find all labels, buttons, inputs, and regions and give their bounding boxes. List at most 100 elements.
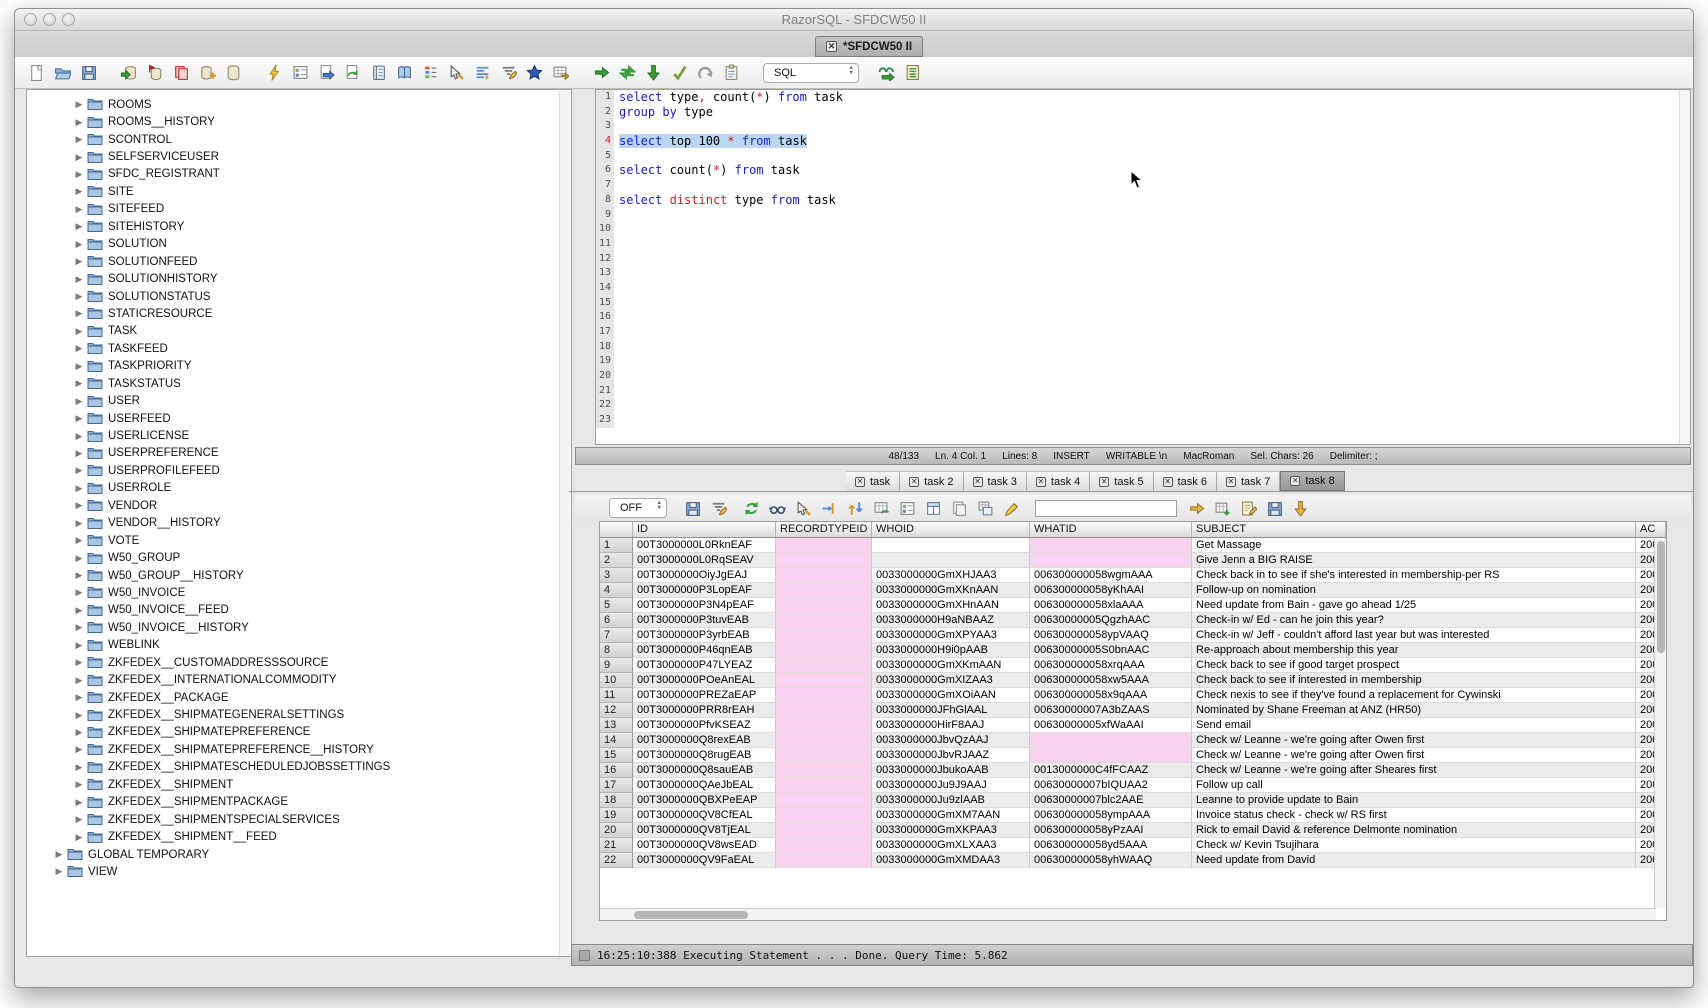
sidebar-item-taskstatus[interactable]: ▶TASKSTATUS bbox=[27, 375, 571, 392]
toolbar-button-open-folder[interactable] bbox=[53, 63, 72, 82]
table-cell[interactable]: 00T3000000P3N4pEAF bbox=[633, 598, 776, 613]
table-cell[interactable] bbox=[776, 763, 872, 778]
sidebar-item-sitefeed[interactable]: ▶SITEFEED bbox=[27, 201, 571, 218]
row-number-cell[interactable]: 15 bbox=[600, 748, 633, 763]
table-cell[interactable]: 006300000058ypVAAQ bbox=[1030, 628, 1192, 643]
table-row[interactable]: 1600T3000000Q8sauEAB0033000000JbukoAAB00… bbox=[600, 763, 1666, 778]
row-number-cell[interactable]: 4 bbox=[600, 583, 633, 598]
sidebar-item-userlicense[interactable]: ▶USERLICENSE bbox=[27, 427, 571, 444]
table-cell[interactable]: 00T3000000QV9FaEAL bbox=[633, 853, 776, 868]
sidebar-item-w50_group[interactable]: ▶W50_GROUP bbox=[27, 549, 571, 566]
sidebar-item-scontrol[interactable]: ▶SCONTROL bbox=[27, 131, 571, 148]
table-row[interactable]: 1200T3000000PRR8rEAH0033000000JFhGlAAL00… bbox=[600, 703, 1666, 718]
toolbar-button-file-refresh[interactable] bbox=[343, 63, 362, 82]
table-cell[interactable]: Send email bbox=[1192, 718, 1636, 733]
table-row[interactable]: 2100T3000000QV8wsEAD0033000000GmXLXAA300… bbox=[600, 838, 1666, 853]
table-cell[interactable]: 0033000000GmXKnAAN bbox=[872, 583, 1030, 598]
table-cell[interactable]: 0033000000GmXKPAA3 bbox=[872, 823, 1030, 838]
table-cell[interactable]: 0033000000GmXHnAAN bbox=[872, 598, 1030, 613]
sidebar-item-userrole[interactable]: ▶USERROLE bbox=[27, 480, 571, 497]
table-horizontal-scrollbar[interactable] bbox=[600, 908, 1656, 920]
table-row[interactable]: 1900T3000000QV8CfEAL0033000000GmXM7AAN00… bbox=[600, 808, 1666, 823]
table-cell[interactable]: Check w/ Kevin Tsujihara bbox=[1192, 838, 1636, 853]
toolbar-button-db-in[interactable] bbox=[120, 63, 139, 82]
toolbar-button-copy-red[interactable] bbox=[172, 63, 191, 82]
table-row[interactable]: 1800T3000000QBXPeEAP0033000000Ju9zlAAB00… bbox=[600, 793, 1666, 808]
row-number-cell[interactable]: 13 bbox=[600, 718, 633, 733]
table-row[interactable]: 2200T3000000QV9FaEAL0033000000GmXMDAA300… bbox=[600, 853, 1666, 868]
column-header-ID[interactable]: ID bbox=[633, 522, 776, 537]
table-cell[interactable]: 006300000058wgmAAA bbox=[1030, 568, 1192, 583]
expand-triangle-icon[interactable]: ▶ bbox=[73, 744, 85, 755]
table-cell[interactable] bbox=[776, 613, 872, 628]
sidebar-item-solutionstatus[interactable]: ▶SOLUTIONSTATUS bbox=[27, 288, 571, 305]
sidebar-item-zkfedex__shipmatescheduledjobssettings[interactable]: ▶ZKFEDEX__SHIPMATESCHEDULEDJOBSSETTINGS bbox=[27, 759, 571, 776]
expand-triangle-icon[interactable]: ▶ bbox=[73, 587, 85, 598]
table-cell[interactable]: 0033000000GmXLXAA3 bbox=[872, 838, 1030, 853]
table-cell[interactable]: 0033000000Ju9J9AAJ bbox=[872, 778, 1030, 793]
toolbar-button-refresh-green[interactable] bbox=[742, 499, 761, 518]
table-cell[interactable]: Check back in to see if she's interested… bbox=[1192, 568, 1636, 583]
expand-triangle-icon[interactable]: ▶ bbox=[73, 274, 85, 285]
toolbar-button-filter-pen[interactable] bbox=[499, 63, 518, 82]
expand-triangle-icon[interactable]: ▶ bbox=[73, 675, 85, 686]
tab-close-icon[interactable]: ✕ bbox=[1036, 477, 1046, 487]
tab-close-icon[interactable]: ✕ bbox=[1163, 477, 1173, 487]
expand-triangle-icon[interactable]: ▶ bbox=[73, 117, 85, 128]
table-cell[interactable]: Need update from David bbox=[1192, 853, 1636, 868]
expand-triangle-icon[interactable]: ▶ bbox=[73, 186, 85, 197]
row-number-cell[interactable]: 2 bbox=[600, 553, 633, 568]
toolbar-button-pointer-edit[interactable] bbox=[794, 499, 813, 518]
expand-triangle-icon[interactable]: ▶ bbox=[73, 256, 85, 267]
sidebar-item-w50_invoice[interactable]: ▶W50_INVOICE bbox=[27, 584, 571, 601]
table-cell[interactable]: Nominated by Shane Freeman at ANZ (HR50) bbox=[1192, 703, 1636, 718]
table-cell[interactable] bbox=[776, 838, 872, 853]
document-tab[interactable]: ✕ *SFDCW50 II bbox=[815, 36, 923, 57]
sidebar-item-zkfedex__shipmatepreference__history[interactable]: ▶ZKFEDEX__SHIPMATEPREFERENCE__HISTORY bbox=[27, 741, 571, 758]
table-cell[interactable]: 00630000007A3bZAAS bbox=[1030, 703, 1192, 718]
expand-triangle-icon[interactable]: ▶ bbox=[73, 239, 85, 250]
row-number-cell[interactable]: 14 bbox=[600, 733, 633, 748]
expand-triangle-icon[interactable]: ▶ bbox=[53, 849, 65, 860]
table-cell[interactable]: Check w/ Leanne - we're going after Owen… bbox=[1192, 733, 1636, 748]
toolbar-button-save[interactable] bbox=[79, 63, 98, 82]
sidebar-item-vote[interactable]: ▶VOTE bbox=[27, 532, 571, 549]
expand-triangle-icon[interactable]: ▶ bbox=[73, 483, 85, 494]
expand-triangle-icon[interactable]: ▶ bbox=[73, 308, 85, 319]
sidebar-item-zkfedex__shipment[interactable]: ▶ZKFEDEX__SHIPMENT bbox=[27, 776, 571, 793]
row-number-cell[interactable]: 8 bbox=[600, 643, 633, 658]
table-cell[interactable]: 00T3000000PfvKSEAZ bbox=[633, 718, 776, 733]
sidebar-item-userpreference[interactable]: ▶USERPREFERENCE bbox=[27, 445, 571, 462]
table-cell[interactable]: 0033000000GmXKmAAN bbox=[872, 658, 1030, 673]
table-row[interactable]: 300T3000000OiyJgEAJ0033000000GmXHJAA3006… bbox=[600, 568, 1666, 583]
table-cell[interactable]: Check-in w/ Jeff - couldn't afford last … bbox=[1192, 628, 1636, 643]
table-cell[interactable]: 0033000000GmXM7AAN bbox=[872, 808, 1030, 823]
table-cell[interactable] bbox=[776, 688, 872, 703]
toolbar-button-redo[interactable] bbox=[696, 63, 715, 82]
expand-triangle-icon[interactable]: ▶ bbox=[73, 553, 85, 564]
toolbar-button-file-swap[interactable] bbox=[317, 63, 336, 82]
table-cell[interactable]: 0033000000JFhGlAAL bbox=[872, 703, 1030, 718]
toolbar-button-table-go[interactable] bbox=[551, 63, 570, 82]
expand-triangle-icon[interactable]: ▶ bbox=[73, 291, 85, 302]
tab-close-icon[interactable]: ✕ bbox=[909, 477, 919, 487]
table-cell[interactable] bbox=[776, 673, 872, 688]
table-cell[interactable]: Need update from Bain - gave go ahead 1/… bbox=[1192, 598, 1636, 613]
toolbar-button-clipboard[interactable] bbox=[722, 63, 741, 82]
expand-triangle-icon[interactable]: ▶ bbox=[73, 431, 85, 442]
toolbar-button-table-add[interactable] bbox=[1213, 499, 1232, 518]
column-header-WHATID[interactable]: WHATID bbox=[1030, 522, 1192, 537]
table-cell[interactable]: 0013000000C4fFCAAZ bbox=[1030, 763, 1192, 778]
sidebar-item-w50_invoice__feed[interactable]: ▶W50_INVOICE__FEED bbox=[27, 602, 571, 619]
column-header-rownum[interactable] bbox=[600, 522, 633, 537]
toolbar-button-table-copy[interactable] bbox=[976, 499, 995, 518]
sidebar-item-zkfedex__shipmategeneralsettings[interactable]: ▶ZKFEDEX__SHIPMATEGENERALSETTINGS bbox=[27, 706, 571, 723]
table-row[interactable]: 100T3000000L0RknEAFGet Massage200 bbox=[600, 538, 1666, 553]
expand-triangle-icon[interactable]: ▶ bbox=[73, 692, 85, 703]
table-cell[interactable]: 00T3000000OiyJgEAJ bbox=[633, 568, 776, 583]
table-cell[interactable]: Check w/ Leanne - we're going after Owen… bbox=[1192, 748, 1636, 763]
sidebar-item-zkfedex__shipment__feed[interactable]: ▶ZKFEDEX__SHIPMENT__FEED bbox=[27, 828, 571, 845]
sidebar-item-zkfedex__shipmentspecialservices[interactable]: ▶ZKFEDEX__SHIPMENTSPECIALSERVICES bbox=[27, 811, 571, 828]
table-cell[interactable]: 006300000058xlaAAA bbox=[1030, 598, 1192, 613]
table-cell[interactable] bbox=[1030, 748, 1192, 763]
